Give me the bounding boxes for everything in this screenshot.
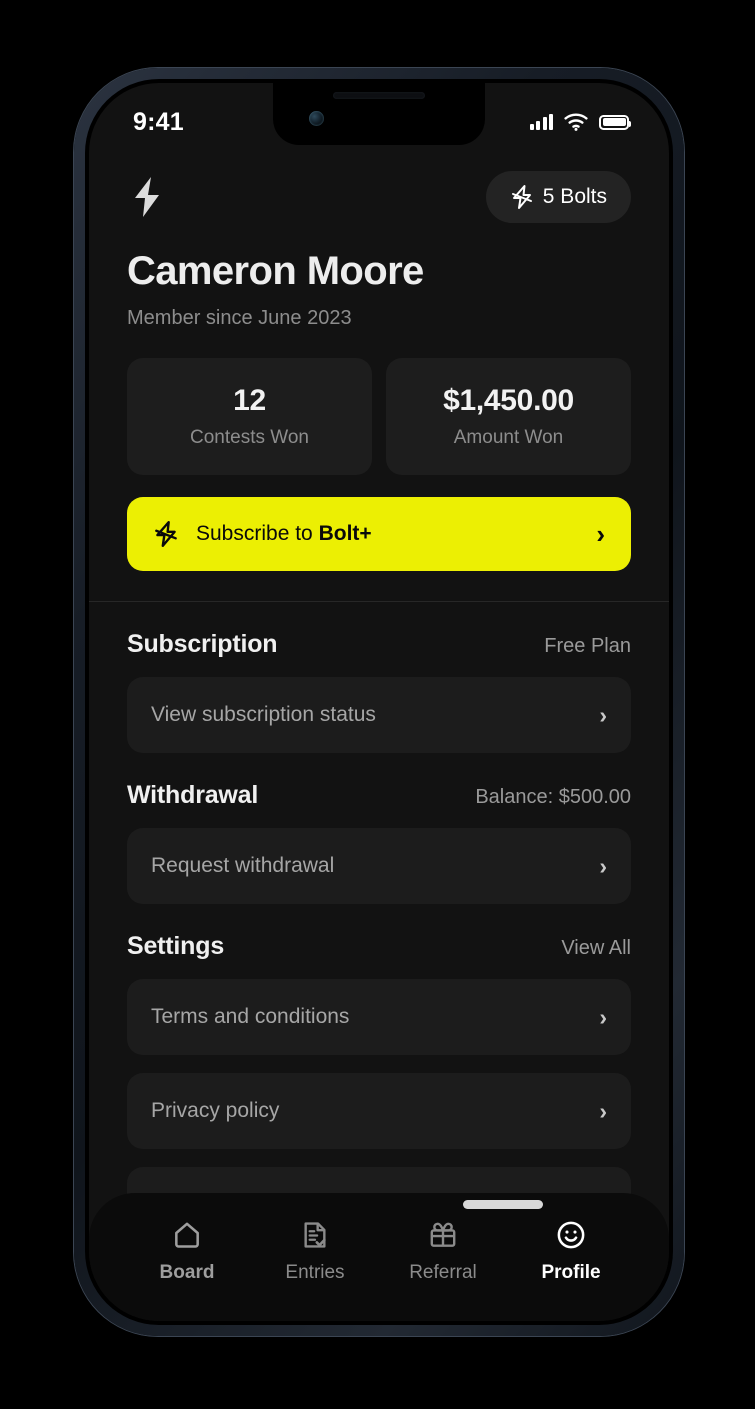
phone-screen: 9:41 5 Bolts Cameron Moore Member since … xyxy=(89,83,669,1321)
bolts-balance-label: 5 Bolts xyxy=(542,185,607,208)
section-title: Subscription xyxy=(127,630,278,658)
stat-label: Amount Won xyxy=(453,427,564,448)
section-withdrawal: Withdrawal Balance: $500.00 Request with… xyxy=(127,753,631,904)
device-notch xyxy=(273,83,485,145)
stat-value: $1,450.00 xyxy=(443,384,574,417)
stat-label: Contests Won xyxy=(190,427,309,448)
smiley-icon xyxy=(557,1221,585,1249)
tab-profile[interactable]: Profile xyxy=(523,1219,619,1284)
wifi-icon xyxy=(564,113,588,131)
battery-full-icon xyxy=(599,114,631,130)
chevron-right-icon: › xyxy=(599,1097,607,1124)
bolts-balance-pill[interactable]: 5 Bolts xyxy=(485,171,631,223)
tab-label: Profile xyxy=(541,1262,601,1283)
status-bar-time: 9:41 xyxy=(133,107,184,136)
stat-value: 12 xyxy=(233,384,266,417)
chevron-right-icon: › xyxy=(599,852,607,879)
tab-label: Entries xyxy=(285,1262,345,1283)
front-camera-icon xyxy=(309,111,324,126)
status-bar-icons xyxy=(529,113,631,131)
section-settings: Settings View All Terms and conditions ›… xyxy=(127,904,631,1219)
home-indicator xyxy=(463,1200,543,1209)
stat-card-contests-won: 12 Contests Won xyxy=(127,358,372,475)
bolt-outline-icon xyxy=(155,520,177,548)
gift-icon xyxy=(430,1222,456,1247)
app-top-bar: 5 Bolts xyxy=(127,167,631,227)
settings-sections: Subscription Free Plan View subscription… xyxy=(89,602,669,1219)
tab-referral[interactable]: Referral xyxy=(395,1219,491,1284)
tab-label: Referral xyxy=(409,1262,477,1283)
stats-row: 12 Contests Won $1,450.00 Amount Won xyxy=(127,358,631,475)
section-header: Settings View All xyxy=(127,932,631,961)
row-view-subscription-status[interactable]: View subscription status › xyxy=(127,677,631,753)
row-request-withdrawal[interactable]: Request withdrawal › xyxy=(127,828,631,904)
row-label: View subscription status xyxy=(151,703,376,726)
subscribe-label-prefix: Subscribe to xyxy=(196,522,319,545)
chevron-right-icon: › xyxy=(599,1003,607,1030)
entries-icon xyxy=(304,1222,326,1248)
member-since-label: Member since June 2023 xyxy=(127,307,352,329)
section-title: Withdrawal xyxy=(127,781,259,809)
bolt-logo-icon xyxy=(135,177,159,217)
tab-label: Board xyxy=(159,1262,215,1283)
phone-device-frame: 9:41 5 Bolts Cameron Moore Member since … xyxy=(74,68,684,1336)
cellular-signal-icon xyxy=(529,114,553,130)
section-subscription: Subscription Free Plan View subscription… xyxy=(127,602,631,753)
tab-entries[interactable]: Entries xyxy=(267,1219,363,1284)
tab-board[interactable]: Board xyxy=(139,1219,235,1284)
view-all-link[interactable]: View All xyxy=(561,937,631,960)
chevron-right-icon: › xyxy=(596,519,605,549)
subscribe-label-plan: Bolt+ xyxy=(318,522,372,545)
stat-card-amount-won: $1,450.00 Amount Won xyxy=(386,358,631,475)
row-label: Terms and conditions xyxy=(151,1005,350,1028)
row-label: Privacy policy xyxy=(151,1099,280,1122)
phone-bezel: 9:41 5 Bolts Cameron Moore Member since … xyxy=(85,79,673,1325)
section-meta-free-plan: Free Plan xyxy=(544,635,631,657)
subscribe-button-label: Subscribe to Bolt+ xyxy=(196,522,579,546)
row-privacy-policy[interactable]: Privacy policy › xyxy=(127,1073,631,1149)
profile-header-block: 5 Bolts Cameron Moore Member since June … xyxy=(89,145,669,601)
chevron-right-icon: › xyxy=(599,701,607,728)
page-title: Cameron Moore xyxy=(127,249,424,293)
subscribe-bolt-plus-button[interactable]: Subscribe to Bolt+ › xyxy=(127,497,631,571)
section-meta-balance: Balance: $500.00 xyxy=(475,786,631,808)
screenshot-canvas: 9:41 5 Bolts Cameron Moore Member since … xyxy=(0,0,755,1409)
row-label: Request withdrawal xyxy=(151,854,335,877)
section-header: Subscription Free Plan xyxy=(127,630,631,659)
section-title: Settings xyxy=(127,932,225,960)
earpiece-speaker-icon xyxy=(333,92,425,99)
bottom-tab-bar: Board Entries Referral Profile xyxy=(89,1193,669,1321)
bolt-outline-icon xyxy=(511,185,532,209)
home-icon xyxy=(175,1222,199,1248)
row-terms-and-conditions[interactable]: Terms and conditions › xyxy=(127,979,631,1055)
section-header: Withdrawal Balance: $500.00 xyxy=(127,781,631,810)
profile-screen-content: 5 Bolts Cameron Moore Member since June … xyxy=(89,83,669,1321)
